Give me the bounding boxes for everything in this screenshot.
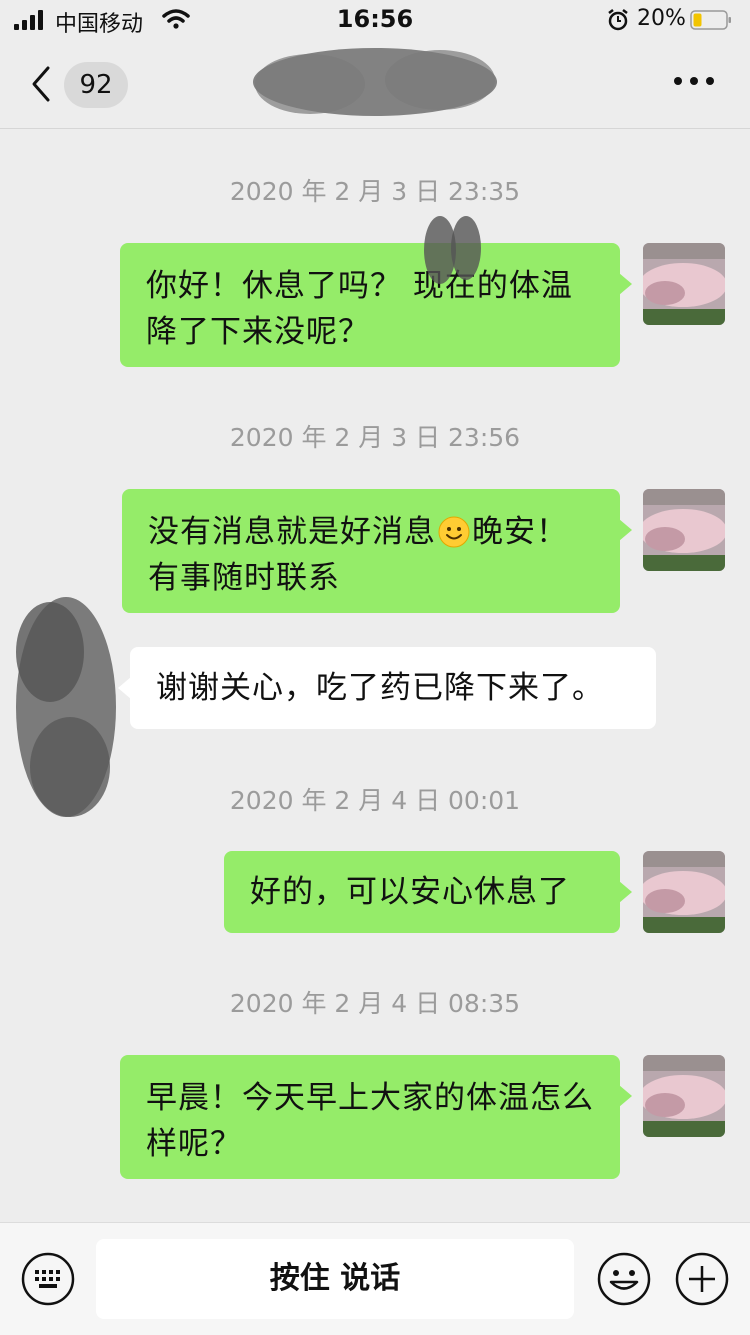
chevron-left-icon[interactable]: [28, 62, 54, 106]
emoji-icon[interactable]: [596, 1251, 652, 1307]
message-text: 没有消息就是好消息: [148, 514, 436, 550]
message-text: 早晨！今天早上大家的体温怎么样呢？: [146, 1080, 594, 1162]
alarm-icon: [608, 9, 628, 31]
hold-to-talk-button[interactable]: 按住 说话: [96, 1239, 574, 1319]
bottom-safe-area: [0, 1322, 750, 1334]
outgoing-message-bubble[interactable]: 好的，可以安心休息了: [224, 851, 632, 933]
message-timestamp: 2020 年 2 月 4 日 00:01: [229, 786, 521, 815]
message-timestamp: 2020 年 2 月 4 日 08:35: [229, 989, 521, 1018]
status-bar: 中国移动 16:56 20%: [0, 0, 750, 40]
outgoing-message-bubble[interactable]: 早晨！今天早上大家的体温怎么样呢？: [120, 1055, 632, 1179]
input-bar: 按住 说话: [0, 1222, 750, 1335]
message-timestamp: 2020 年 2 月 3 日 23:56: [229, 423, 521, 452]
redacted-smudge: [424, 216, 481, 284]
message-timestamp: 2020 年 2 月 3 日 23:35: [229, 177, 521, 206]
outgoing-message-bubble[interactable]: 没有消息就是好消息 晚安！有事随时联系: [122, 489, 632, 613]
my-avatar[interactable]: [643, 851, 725, 933]
outgoing-message-bubble[interactable]: 你好！休息了吗？ 现在的体温降了下来没呢？: [120, 243, 632, 367]
contact-name-redacted: [253, 48, 497, 116]
more-dots-icon[interactable]: [672, 74, 716, 88]
my-avatar[interactable]: [643, 1055, 725, 1137]
message-text: 谢谢关心，吃了药已降下来了。: [156, 670, 604, 706]
keyboard-icon[interactable]: [20, 1251, 76, 1307]
smile-emoji-icon: [438, 516, 470, 548]
my-avatar[interactable]: [643, 243, 725, 325]
message-text: 你好！休息了吗？ 现在的体温降了下来没呢？: [146, 268, 573, 350]
my-avatar[interactable]: [643, 489, 725, 571]
incoming-message-bubble[interactable]: 谢谢关心，吃了药已降下来了。: [118, 647, 656, 729]
unread-count-badge[interactable]: 92: [64, 62, 128, 108]
chat-header: 92: [0, 40, 750, 129]
battery-percent: 20%: [637, 6, 686, 31]
message-text: 好的，可以安心休息了: [250, 874, 570, 910]
plus-icon[interactable]: [674, 1251, 730, 1307]
battery-icon: [690, 10, 731, 30]
